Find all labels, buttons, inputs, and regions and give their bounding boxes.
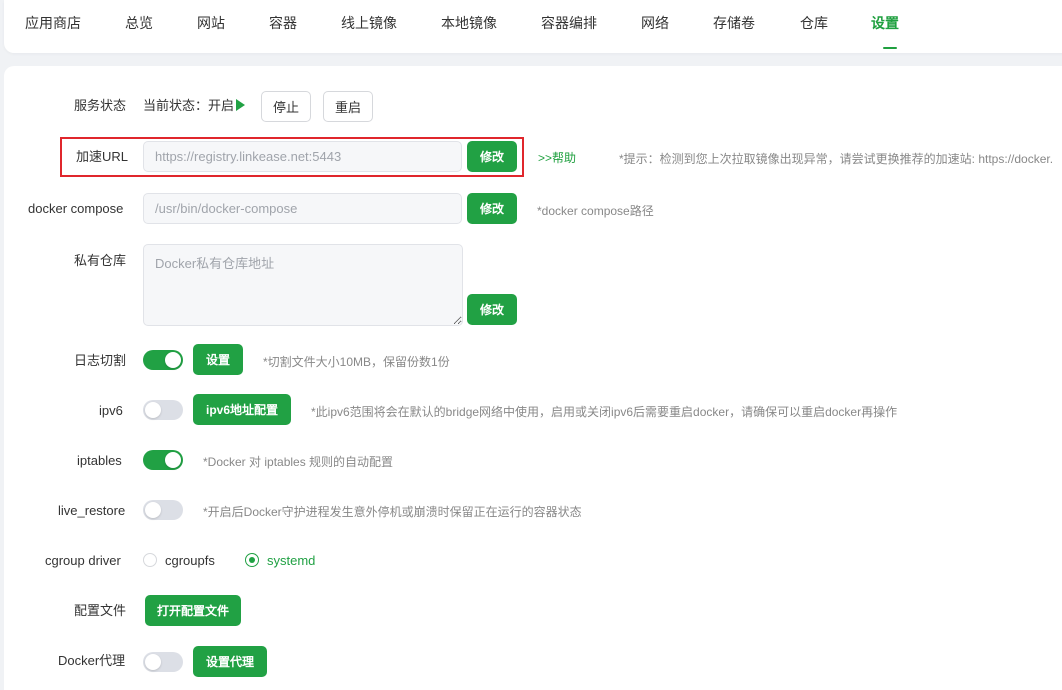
cgroupfs-option-label[interactable]: cgroupfs <box>165 552 215 570</box>
tab-local-images[interactable]: 本地镜像 <box>441 13 497 33</box>
ipv6-toggle[interactable] <box>143 400 183 420</box>
tab-online-images[interactable]: 线上镜像 <box>341 13 397 33</box>
systemd-radio[interactable] <box>245 553 259 567</box>
private-registry-modify-button[interactable]: 修改 <box>467 294 517 325</box>
tab-volumes[interactable]: 存储卷 <box>713 13 755 33</box>
docker-proxy-toggle[interactable] <box>143 652 183 672</box>
mirror-hint: *提示：检测到您上次拉取镜像出现异常，请尝试更换推荐的加速站: https://… <box>619 152 1054 166</box>
tab-registry[interactable]: 仓库 <box>800 13 828 33</box>
cgroup-driver-label: cgroup driver <box>45 553 121 568</box>
service-status-text: 当前状态：开启 <box>143 98 235 113</box>
live-restore-toggle[interactable] <box>143 500 183 520</box>
active-tab-indicator <box>883 47 897 49</box>
private-registry-textarea[interactable] <box>143 244 463 326</box>
tab-compose[interactable]: 容器编排 <box>541 13 597 33</box>
compose-path-label: docker compose <box>28 201 124 216</box>
compose-modify-button[interactable]: 修改 <box>467 193 517 224</box>
open-config-file-button[interactable]: 打开配置文件 <box>145 595 241 626</box>
live-restore-hint: *开启后Docker守护进程发生意外停机或崩溃时保留正在运行的容器状态 <box>203 505 582 519</box>
live-restore-label: live_restore <box>58 503 126 518</box>
service-status-label: 服务状态 <box>74 98 127 113</box>
toggle-knob <box>145 654 161 670</box>
set-proxy-button[interactable]: 设置代理 <box>193 646 267 677</box>
play-icon <box>236 99 246 111</box>
compose-path-input[interactable] <box>143 193 462 224</box>
mirror-url-label: 加速URL <box>76 149 129 164</box>
docker-proxy-label: Docker代理 <box>58 653 126 668</box>
private-registry-label: 私有仓库 <box>74 253 127 268</box>
ipv6-config-button[interactable]: ipv6地址配置 <box>193 394 291 425</box>
tab-overview[interactable]: 总览 <box>125 13 153 33</box>
help-link[interactable]: >>帮助 <box>538 149 576 167</box>
tab-settings[interactable]: 设置 <box>871 13 899 33</box>
toggle-knob <box>145 502 161 518</box>
tab-network[interactable]: 网络 <box>641 13 669 33</box>
tab-containers[interactable]: 容器 <box>269 13 297 33</box>
toggle-knob <box>165 352 181 368</box>
log-rotate-label: 日志切割 <box>74 353 127 368</box>
iptables-toggle[interactable] <box>143 450 183 470</box>
log-rotate-settings-button[interactable]: 设置 <box>193 344 243 375</box>
top-tab-bar: 应用商店 总览 网站 容器 线上镜像 本地镜像 容器编排 网络 存储卷 仓库 设… <box>4 0 1062 53</box>
iptables-label: iptables <box>77 453 122 468</box>
tab-websites[interactable]: 网站 <box>197 13 225 33</box>
service-status-value: 当前状态：开启 <box>143 97 246 115</box>
compose-hint: *docker compose路径 <box>537 204 654 218</box>
iptables-hint: *Docker 对 iptables 规则的自动配置 <box>203 455 394 469</box>
systemd-option-label[interactable]: systemd <box>267 552 315 570</box>
mirror-modify-button[interactable]: 修改 <box>467 141 517 172</box>
cgroupfs-radio[interactable] <box>143 553 157 567</box>
ipv6-hint: *此ipv6范围将会在默认的bridge网络中使用，启用或关闭ipv6后需要重启… <box>311 405 898 419</box>
mirror-url-input[interactable] <box>143 141 462 172</box>
config-file-label: 配置文件 <box>74 603 127 618</box>
restart-button[interactable]: 重启 <box>323 91 373 122</box>
toggle-knob <box>165 452 181 468</box>
log-rotate-hint: *切割文件大小10MB，保留份数1份 <box>263 355 450 369</box>
toggle-knob <box>145 402 161 418</box>
stop-button[interactable]: 停止 <box>261 91 311 122</box>
tab-app-store[interactable]: 应用商店 <box>25 13 81 33</box>
ipv6-label: ipv6 <box>99 403 123 418</box>
log-rotate-toggle[interactable] <box>143 350 183 370</box>
